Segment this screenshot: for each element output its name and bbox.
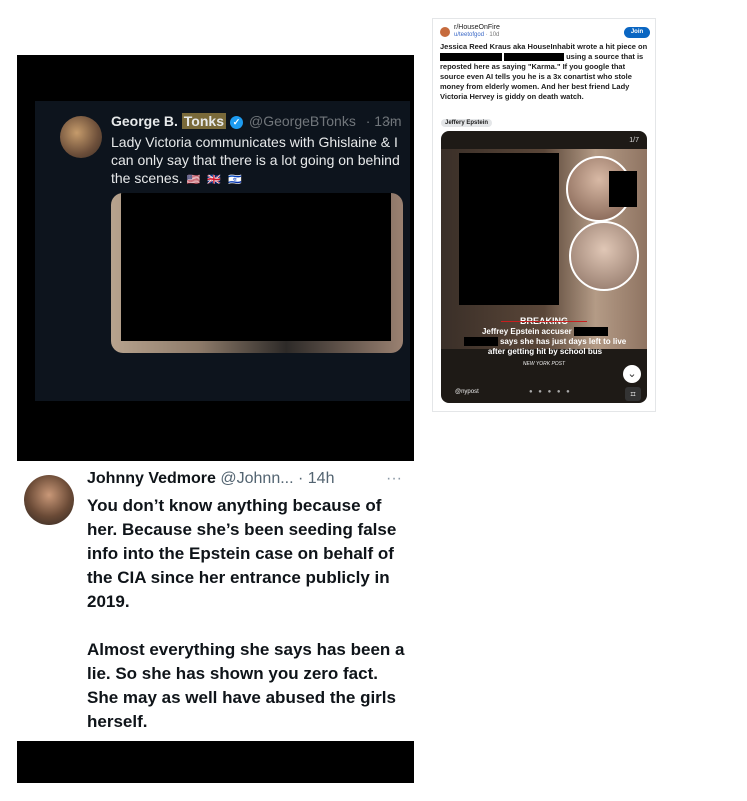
redaction-box bbox=[459, 153, 559, 305]
tweet-card: George B. Tonks ✓ @GeorgeBTonks · 13m ··· … bbox=[35, 101, 410, 401]
tweet-text: Lady Victoria communicates with Ghislain… bbox=[111, 133, 401, 189]
news-source: NEW YORK POST bbox=[522, 361, 566, 367]
author-name-highlight: Tonks bbox=[181, 113, 226, 129]
flags-emoji: 🇺🇸 🇬🇧 🇮🇱 bbox=[186, 174, 244, 186]
headline-part2: says she has just days left to live afte… bbox=[487, 337, 627, 356]
post-image-carousel[interactable]: 1/7 BREAKING Jeffrey Epstein accuser say… bbox=[441, 131, 647, 403]
tweet-author[interactable]: George B. Tonks ✓ @GeorgeBTonks · 13m bbox=[111, 113, 402, 129]
author-name: George B. bbox=[111, 113, 182, 129]
subreddit-name[interactable]: r/HouseOnFire bbox=[454, 24, 500, 31]
redaction-box bbox=[609, 171, 637, 207]
headline-part1: Jeffrey Epstein accuser bbox=[481, 327, 572, 336]
verified-badge-icon: ✓ bbox=[230, 115, 243, 129]
reddit-post-card: r/HouseOnFire u/teetofgod · 10d Join Jes… bbox=[432, 18, 656, 412]
tweet-text: You don’t know anything because of her. … bbox=[87, 496, 405, 731]
inset-photo bbox=[569, 221, 639, 291]
more-options-icon[interactable]: ··· bbox=[386, 470, 402, 488]
post-text-part1: Jessica Reed Kraus aka HouseInhabit wrot… bbox=[440, 42, 648, 51]
author-handle: @GeorgeBTonks bbox=[249, 113, 356, 129]
tweet-george-screenshot: George B. Tonks ✓ @GeorgeBTonks · 13m ··· … bbox=[17, 55, 414, 413]
tweet-media[interactable] bbox=[111, 193, 403, 353]
divider bbox=[501, 321, 587, 322]
redaction-box bbox=[121, 193, 391, 341]
tweet-johnny-screenshot: Johnny Vedmore @Johnn... · 14h ··· You d… bbox=[17, 461, 414, 741]
post-author[interactable]: u/teetofgod · 10d bbox=[454, 32, 499, 38]
scan-icon[interactable]: ⌗ bbox=[625, 387, 641, 401]
redaction-box bbox=[463, 337, 498, 347]
avatar[interactable] bbox=[24, 475, 74, 525]
redaction-box bbox=[504, 53, 564, 62]
post-age: · 10d bbox=[485, 32, 500, 38]
post-text: Jessica Reed Kraus aka HouseInhabit wrot… bbox=[440, 42, 650, 102]
author-name: Johnny Vedmore bbox=[87, 470, 216, 487]
image-handle: @nypost bbox=[455, 389, 479, 395]
join-button[interactable]: Join bbox=[624, 27, 650, 38]
tweet-text-content: Lady Victoria communicates with Ghislain… bbox=[111, 134, 400, 186]
tweet-author[interactable]: Johnny Vedmore @Johnn... · 14h bbox=[87, 470, 334, 488]
post-flair[interactable]: Jeffery Epstein bbox=[441, 119, 493, 127]
chevron-down-icon[interactable]: ⌄ bbox=[623, 365, 641, 383]
more-options-icon[interactable]: ··· bbox=[382, 113, 396, 129]
redaction-bar bbox=[17, 741, 414, 783]
redaction-bar bbox=[17, 413, 414, 461]
image-counter: 1/7 bbox=[629, 137, 639, 144]
username: u/teetofgod bbox=[454, 32, 485, 38]
avatar[interactable] bbox=[60, 116, 102, 158]
redaction-box bbox=[440, 53, 502, 62]
subreddit-avatar[interactable] bbox=[440, 27, 450, 37]
author-handle: @Johnn... bbox=[220, 470, 294, 487]
news-headline: Jeffrey Epstein accuser says she has jus… bbox=[455, 327, 635, 357]
tweet-time: · 14h bbox=[298, 470, 335, 487]
carousel-dots-icon[interactable]: ● ● ● ● ● bbox=[529, 389, 572, 395]
redaction-box bbox=[574, 327, 609, 337]
